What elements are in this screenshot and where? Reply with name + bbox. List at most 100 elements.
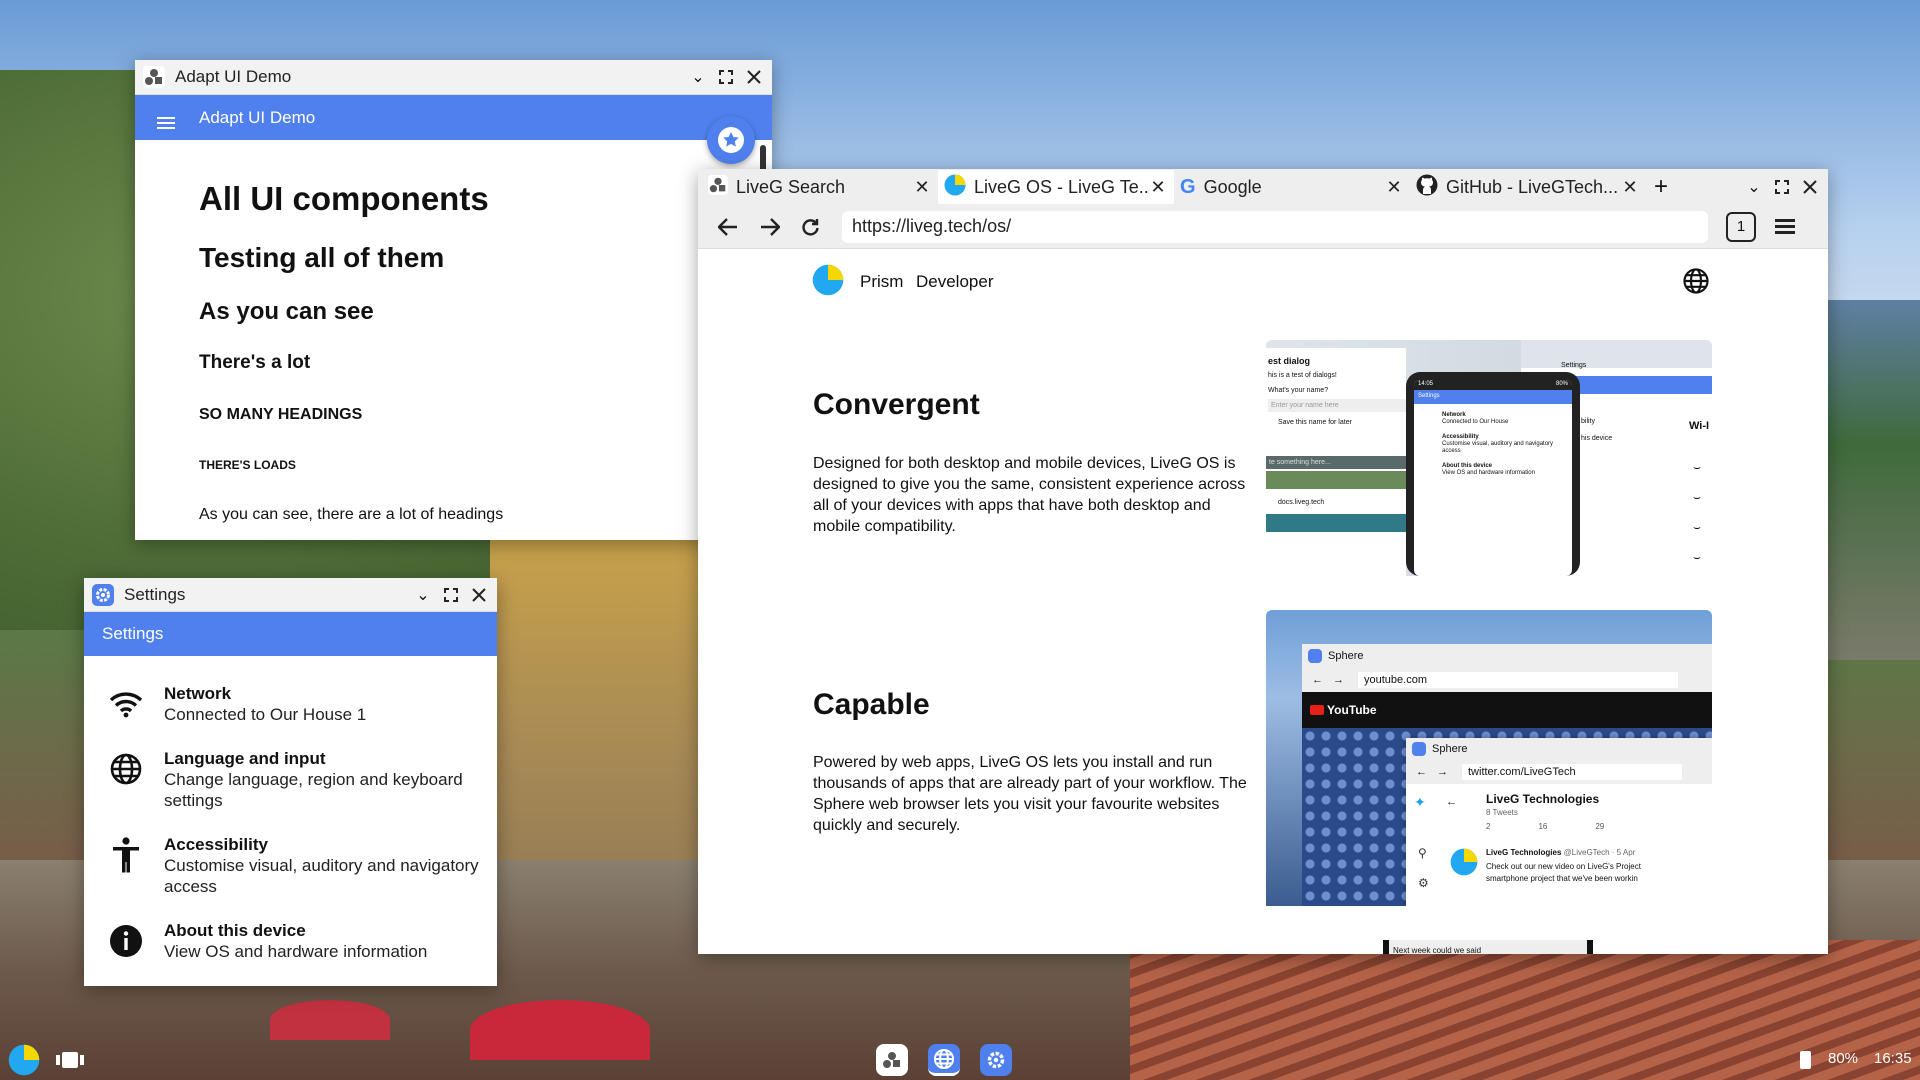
settings-item-network[interactable]: Network Connected to Our House 1 bbox=[104, 684, 487, 725]
heading-3: As you can see bbox=[199, 298, 374, 325]
toolbar: https://liveg.tech/os/ 1 bbox=[698, 205, 1828, 249]
tab-liveg-os[interactable]: LiveG OS - LiveG Te... ✕ bbox=[938, 170, 1174, 204]
item-title: Accessibility bbox=[164, 835, 268, 854]
settings-item-accessibility[interactable]: Accessibility Customise visual, auditory … bbox=[104, 835, 487, 897]
adapt-titlebar[interactable]: Adapt UI Demo ⌄ bbox=[135, 60, 772, 95]
address-bar[interactable]: https://liveg.tech/os/ bbox=[842, 210, 1708, 243]
dock-sphere-browser[interactable] bbox=[928, 1044, 960, 1076]
globe-icon bbox=[933, 1048, 955, 1069]
browser-menu-button[interactable] bbox=[1770, 212, 1800, 242]
profile-name: LiveG Technologies bbox=[1486, 792, 1600, 806]
back-button[interactable] bbox=[714, 213, 742, 241]
url-chip: docs.liveg.tech bbox=[1278, 499, 1406, 506]
tab-label: LiveG Search bbox=[736, 176, 846, 197]
item-title: About this device bbox=[164, 921, 306, 940]
globe-icon bbox=[104, 749, 148, 789]
tab-close-icon[interactable]: ✕ bbox=[1620, 177, 1640, 198]
site-logo[interactable] bbox=[812, 264, 844, 301]
arrow-right-icon: → bbox=[1333, 674, 1344, 686]
tab-close-icon[interactable]: ✕ bbox=[1148, 177, 1168, 198]
sphere-icon bbox=[1412, 742, 1426, 756]
nav-link-prism[interactable]: Prism bbox=[860, 272, 903, 292]
phone-appbar: Settings bbox=[1414, 390, 1572, 404]
mock-title: Settings bbox=[1561, 362, 1587, 369]
phone-item-sub: View OS and hardware information bbox=[1442, 470, 1535, 476]
like-count: 29 bbox=[1595, 822, 1605, 831]
minimize-button[interactable]: ⌄ bbox=[1740, 173, 1768, 201]
browser-window: LiveG Search ✕ LiveG OS - LiveG Te... ✕ … bbox=[698, 169, 1828, 954]
tab-bar: LiveG Search ✕ LiveG OS - LiveG Te... ✕ … bbox=[698, 169, 1828, 205]
settings-list: Network Connected to Our House 1 Language… bbox=[104, 684, 487, 986]
section-convergent-title: Convergent bbox=[813, 388, 980, 421]
dialog-input: te something here... bbox=[1266, 456, 1406, 469]
task-switcher-icon bbox=[56, 1052, 84, 1068]
close-icon bbox=[1803, 180, 1817, 194]
minimize-button[interactable]: ⌄ bbox=[409, 581, 437, 609]
close-button[interactable] bbox=[1796, 173, 1824, 201]
language-button[interactable] bbox=[1682, 267, 1710, 300]
item-subtitle: Change language, region and keyboard set… bbox=[164, 770, 463, 810]
arrow-right-icon: → bbox=[1437, 766, 1448, 778]
reply-count: 2 bbox=[1486, 822, 1491, 831]
gear-icon: ⚙ bbox=[1418, 876, 1429, 890]
clock[interactable]: 16:35 bbox=[1874, 1050, 1912, 1067]
youtube-icon bbox=[1310, 705, 1324, 715]
maximize-icon bbox=[444, 587, 458, 602]
star-icon bbox=[718, 127, 744, 153]
adapt-app-icon bbox=[883, 1052, 900, 1068]
mock-text: bility bbox=[1581, 418, 1596, 425]
settings-item-language[interactable]: Language and input Change language, regio… bbox=[104, 749, 487, 811]
appbar-title: Settings bbox=[102, 624, 164, 643]
maximize-button[interactable] bbox=[437, 581, 465, 609]
window-title: Adapt UI Demo bbox=[175, 67, 292, 86]
address-text: https://liveg.tech/os/ bbox=[852, 216, 1012, 236]
close-icon bbox=[747, 70, 761, 84]
tab-github[interactable]: GitHub - LiveGTech... ✕ bbox=[1410, 170, 1646, 204]
tab-close-icon[interactable]: ✕ bbox=[1384, 177, 1404, 198]
reload-button[interactable] bbox=[796, 213, 824, 241]
tweet-count: 8 Tweets bbox=[1486, 808, 1518, 817]
new-tab-button[interactable]: + bbox=[1646, 173, 1676, 201]
close-button[interactable] bbox=[740, 63, 768, 91]
settings-titlebar[interactable]: Settings ⌄ bbox=[84, 578, 497, 612]
phone-item-sub: Connected to Our House bbox=[1442, 419, 1509, 425]
settings-appbar: Settings bbox=[84, 612, 497, 656]
forward-button[interactable] bbox=[756, 213, 784, 241]
settings-item-about[interactable]: About this device View OS and hardware in… bbox=[104, 921, 487, 962]
dialog-checkbox: Save this name for later bbox=[1278, 419, 1352, 426]
minimize-button[interactable]: ⌄ bbox=[684, 63, 712, 91]
arrow-left-icon bbox=[718, 217, 737, 236]
arrow-left-icon: ← bbox=[1446, 796, 1457, 808]
adapt-ui-window: Adapt UI Demo ⌄ Adapt UI Demo All UI com… bbox=[135, 60, 772, 540]
task-switcher-button[interactable] bbox=[56, 1050, 84, 1070]
mock-text: his device bbox=[1581, 435, 1613, 442]
phone-mock: 14:05 80% Settings Network Connected to … bbox=[1406, 372, 1580, 576]
dock-settings[interactable] bbox=[980, 1044, 1012, 1076]
tab-close-icon[interactable]: ✕ bbox=[912, 177, 932, 198]
dock-adapt-ui[interactable] bbox=[876, 1044, 908, 1076]
menu-button[interactable] bbox=[157, 116, 187, 119]
arrow-left-icon: ← bbox=[1312, 674, 1323, 686]
chevron-down-icon: ⌄ bbox=[1747, 179, 1761, 196]
fab-star-button[interactable] bbox=[707, 116, 755, 164]
arrow-left-icon: ← bbox=[1416, 766, 1427, 778]
heading-2: Testing all of them bbox=[199, 242, 445, 273]
maximize-button[interactable] bbox=[1768, 173, 1796, 201]
reload-icon bbox=[802, 218, 819, 236]
nav-link-developer[interactable]: Developer bbox=[916, 272, 994, 292]
tab-liveg-search[interactable]: LiveG Search ✕ bbox=[702, 170, 938, 204]
battery-icon bbox=[1800, 1051, 1811, 1069]
close-button[interactable] bbox=[465, 581, 493, 609]
launcher-button[interactable] bbox=[8, 1044, 40, 1076]
tab-count-button[interactable]: 1 bbox=[1726, 211, 1756, 242]
phone-item-sub: Customise visual, auditory and navigator… bbox=[1442, 441, 1554, 454]
appbar-title: Adapt UI Demo bbox=[199, 107, 316, 127]
globe-icon bbox=[1683, 268, 1709, 294]
gear-icon bbox=[987, 1051, 1005, 1069]
maximize-button[interactable] bbox=[712, 63, 740, 91]
dialog-title: est dialog bbox=[1268, 356, 1311, 366]
phone-time: 14:05 bbox=[1418, 381, 1434, 387]
adapt-content: All UI components Testing all of them As… bbox=[199, 180, 503, 524]
dialog-text: his is a test of dialogs! bbox=[1268, 372, 1337, 379]
tab-google[interactable]: G Google ✕ bbox=[1174, 170, 1410, 204]
